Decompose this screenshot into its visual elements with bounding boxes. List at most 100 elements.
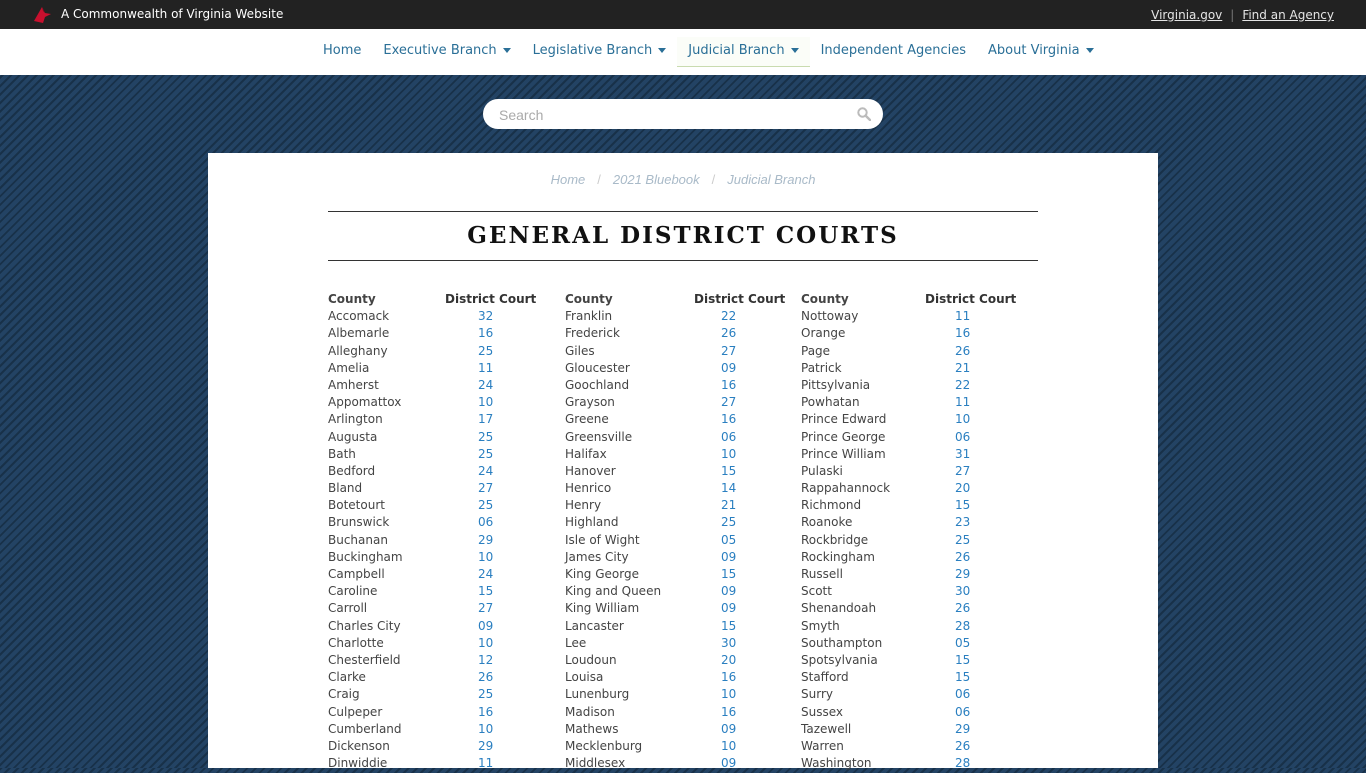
county-name: Augusta	[328, 429, 378, 444]
district-court-link[interactable]: 26	[955, 550, 970, 564]
district-court-link[interactable]: 09	[721, 601, 736, 615]
district-court-link[interactable]: 10	[478, 722, 493, 736]
district-court-link[interactable]: 27	[478, 481, 493, 495]
nav-judicial-branch[interactable]: Judicial Branch	[677, 37, 810, 67]
district-court-link[interactable]: 11	[478, 361, 493, 375]
district-court-link[interactable]: 05	[721, 533, 736, 547]
district-court-link[interactable]: 25	[478, 344, 493, 358]
district-court-link[interactable]: 25	[721, 515, 736, 529]
district-court-link[interactable]: 15	[721, 567, 736, 581]
district-court-link[interactable]: 29	[955, 567, 970, 581]
district-court-link[interactable]: 25	[478, 430, 493, 444]
district-court-link[interactable]: 26	[478, 670, 493, 684]
district-court-link[interactable]: 24	[478, 464, 493, 478]
breadcrumb-bluebook[interactable]: 2021 Bluebook	[613, 172, 700, 187]
find-agency-link[interactable]: Find an Agency	[1242, 8, 1334, 22]
nav-executive-branch[interactable]: Executive Branch	[372, 37, 521, 66]
district-court-link[interactable]: 10	[478, 550, 493, 564]
district-court-link[interactable]: 16	[478, 705, 493, 719]
district-court-link[interactable]: 20	[955, 481, 970, 495]
nav-about-virginia[interactable]: About Virginia	[977, 37, 1105, 66]
district-court-link[interactable]: 29	[478, 533, 493, 547]
district-court-link[interactable]: 09	[478, 619, 493, 633]
district-court-link[interactable]: 24	[478, 567, 493, 581]
district-court-link[interactable]: 15	[955, 670, 970, 684]
district-court-link[interactable]: 22	[955, 378, 970, 392]
district-court-link[interactable]: 10	[478, 395, 493, 409]
search-input[interactable]	[497, 104, 841, 126]
district-court-link[interactable]: 11	[955, 309, 970, 323]
district-court-link[interactable]: 27	[955, 464, 970, 478]
district-court-link[interactable]: 05	[955, 636, 970, 650]
district-court-link[interactable]: 12	[478, 653, 493, 667]
district-court-link[interactable]: 25	[955, 533, 970, 547]
search-icon[interactable]	[857, 107, 871, 121]
district-court-link[interactable]: 10	[721, 447, 736, 461]
district-court-link[interactable]: 30	[955, 584, 970, 598]
district-court-link[interactable]: 06	[955, 430, 970, 444]
district-court-link[interactable]: 25	[478, 687, 493, 701]
district-court-link[interactable]: 16	[478, 326, 493, 340]
district-court-link[interactable]: 21	[721, 498, 736, 512]
district-court-link[interactable]: 11	[955, 395, 970, 409]
district-court-link[interactable]: 16	[721, 670, 736, 684]
district-court-link[interactable]: 26	[955, 601, 970, 615]
district-court-link[interactable]: 06	[955, 705, 970, 719]
district-court-link[interactable]: 26	[721, 326, 736, 340]
chevron-down-icon	[790, 48, 799, 53]
district-court-link[interactable]: 15	[721, 619, 736, 633]
district-court-link[interactable]: 26	[955, 344, 970, 358]
district-court-link[interactable]: 29	[478, 739, 493, 753]
county-name: Albemarle	[328, 326, 390, 341]
breadcrumb-judicial-branch[interactable]: Judicial Branch	[727, 172, 815, 187]
district-court-link[interactable]: 10	[478, 636, 493, 650]
district-court-link[interactable]: 10	[721, 739, 736, 753]
district-court-link[interactable]: 15	[955, 653, 970, 667]
district-court-link[interactable]: 10	[955, 412, 970, 426]
breadcrumb-home[interactable]: Home	[551, 172, 586, 187]
district-court-link[interactable]: 27	[721, 344, 736, 358]
district-court-link[interactable]: 25	[478, 447, 493, 461]
district-court-link[interactable]: 09	[721, 584, 736, 598]
district-court-link[interactable]: 16	[721, 412, 736, 426]
county-name: Rappahannock	[801, 481, 891, 496]
district-court-link[interactable]: 16	[721, 705, 736, 719]
district-court-link[interactable]: 09	[721, 722, 736, 736]
district-court-link[interactable]: 23	[955, 515, 970, 529]
district-court-link[interactable]: 10	[721, 687, 736, 701]
district-court-link[interactable]: 17	[478, 412, 493, 426]
district-court-link[interactable]: 26	[955, 739, 970, 753]
district-court-link[interactable]: 24	[478, 378, 493, 392]
district-court-link[interactable]: 15	[955, 498, 970, 512]
county-name: Isle of Wight	[565, 532, 640, 547]
district-court-link[interactable]: 06	[955, 687, 970, 701]
district-court-link[interactable]: 28	[955, 619, 970, 633]
district-court-link[interactable]: 21	[955, 361, 970, 375]
district-court-link[interactable]: 06	[721, 430, 736, 444]
nav-home[interactable]: Home	[312, 37, 372, 66]
district-court-link[interactable]: 15	[478, 584, 493, 598]
main-nav: Home Executive Branch Legislative Branch…	[0, 29, 1366, 75]
district-court-link[interactable]: 15	[721, 464, 736, 478]
county-name: Charlotte	[328, 635, 384, 650]
district-court-link[interactable]: 09	[721, 550, 736, 564]
district-court-link[interactable]: 14	[721, 481, 736, 495]
district-court-link[interactable]: 30	[721, 636, 736, 650]
district-court-link[interactable]: 16	[721, 378, 736, 392]
district-court-link[interactable]: 06	[478, 515, 493, 529]
district-court-link[interactable]: 32	[478, 309, 493, 323]
district-court-link[interactable]: 31	[955, 447, 970, 461]
column-header-district-court: District Court	[925, 292, 1017, 306]
district-court-link[interactable]: 16	[955, 326, 970, 340]
district-court-link[interactable]: 27	[478, 601, 493, 615]
district-court-link[interactable]: 25	[478, 498, 493, 512]
district-court-link[interactable]: 27	[721, 395, 736, 409]
county-name: Henry	[565, 498, 602, 513]
district-court-link[interactable]: 20	[721, 653, 736, 667]
district-court-link[interactable]: 09	[721, 361, 736, 375]
district-court-link[interactable]: 29	[955, 722, 970, 736]
nav-legislative-branch[interactable]: Legislative Branch	[522, 37, 678, 66]
virginia-gov-link[interactable]: Virginia.gov	[1151, 8, 1222, 22]
district-court-link[interactable]: 22	[721, 309, 736, 323]
nav-independent-agencies[interactable]: Independent Agencies	[810, 37, 977, 66]
